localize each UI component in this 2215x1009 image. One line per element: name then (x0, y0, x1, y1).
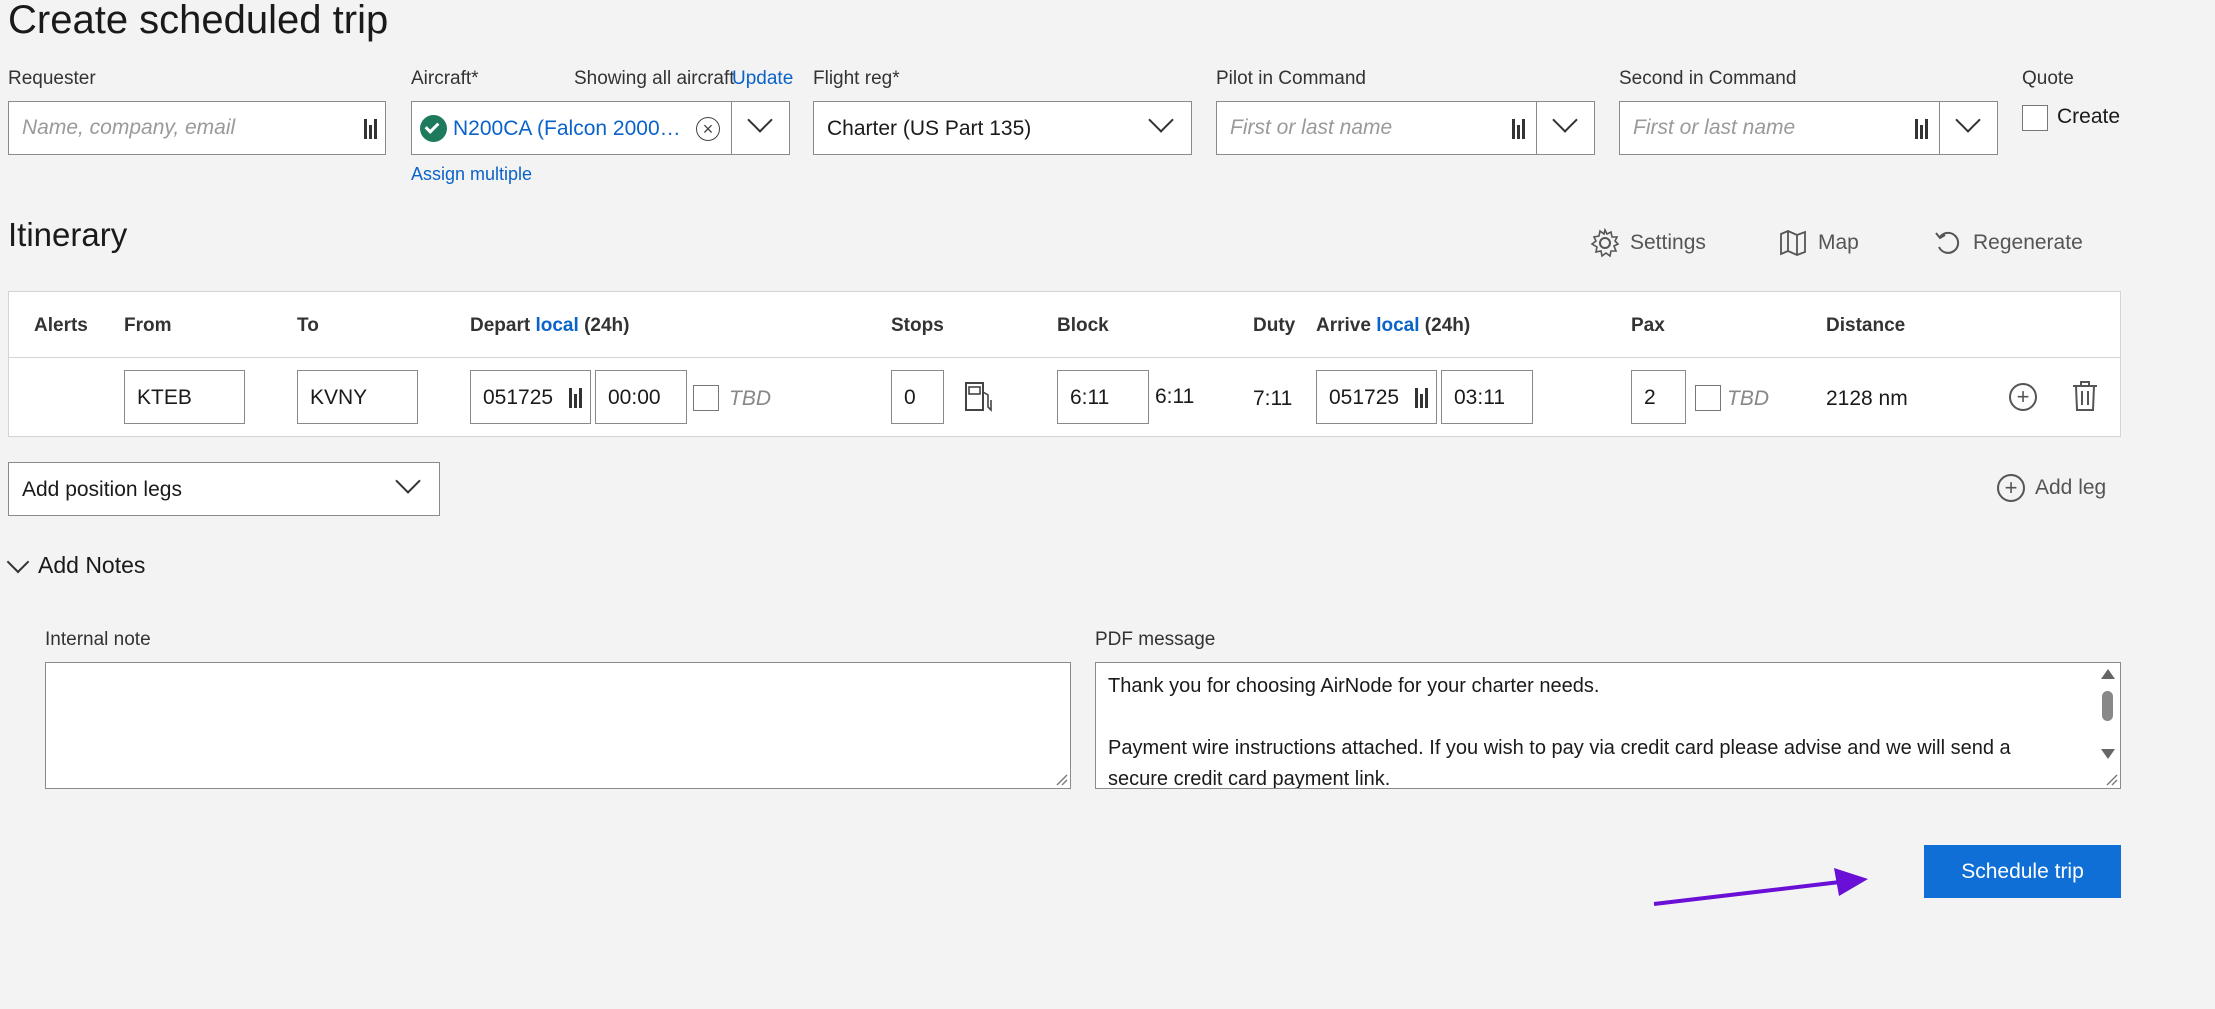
pax-tbd-label: TBD (1727, 387, 1769, 410)
pdf-message-label: PDF message (1095, 629, 1216, 650)
scroll-thumb[interactable] (2102, 691, 2113, 721)
chevron-down-icon[interactable] (1552, 107, 1578, 133)
chevron-down-icon[interactable] (747, 107, 773, 133)
to-input[interactable]: KVNY (297, 370, 418, 424)
check-circle-icon (420, 115, 447, 142)
depart-tbd-checkbox[interactable] (693, 385, 719, 411)
aircraft-showing-text: Showing all aircraft (574, 68, 735, 89)
quote-label: Quote (2022, 68, 2074, 89)
itinerary-table: Alerts From To Depart local (24h) Stops … (8, 291, 2121, 437)
settings-button[interactable]: Settings (1590, 226, 1706, 260)
chevron-down-icon[interactable] (1955, 107, 1981, 133)
pdf-line-3: secure credit card payment link. (1108, 768, 1391, 789)
sic-input[interactable]: First or last name (1619, 101, 1998, 155)
lookup-icon[interactable] (1915, 119, 1930, 144)
quote-create-label: Create (2057, 105, 2121, 128)
block-text: 6:11 (1155, 385, 1195, 408)
add-leg-row-icon[interactable]: + (2009, 383, 2037, 411)
map-label: Map (1818, 231, 1859, 254)
trash-icon[interactable] (2070, 380, 2100, 412)
header-to: To (297, 315, 319, 336)
page-title: Create scheduled trip (8, 0, 389, 42)
itinerary-title: Itinerary (8, 216, 128, 253)
pdf-message-textarea[interactable]: Thank you for choosing AirNode for your … (1095, 662, 2121, 789)
fuel-icon[interactable] (962, 380, 996, 414)
chevron-down-icon[interactable] (395, 468, 421, 494)
requester-label: Requester (8, 68, 96, 89)
header-duty: Duty (1253, 315, 1296, 336)
requester-placeholder: Name, company, email (22, 116, 236, 139)
arrive-date-input[interactable]: 051725 (1316, 370, 1437, 424)
chevron-down-icon (6, 550, 30, 573)
internal-note-label: Internal note (45, 629, 151, 650)
regenerate-button[interactable]: Regenerate (1933, 226, 2083, 260)
undo-icon (1935, 231, 1960, 254)
clear-icon[interactable]: × (696, 117, 720, 141)
add-leg-label: Add leg (2035, 476, 2107, 499)
pointer-arrow-icon (1653, 868, 1868, 906)
pax-input[interactable]: 2 (1631, 370, 1686, 424)
map-icon (1780, 230, 1806, 256)
stops-input[interactable]: 0 (891, 370, 944, 424)
settings-label: Settings (1630, 231, 1706, 254)
sic-label: Second in Command (1619, 68, 1797, 89)
arrive-local-link[interactable]: local (1376, 315, 1419, 336)
pax-tbd-checkbox[interactable] (1695, 385, 1721, 411)
pic-input[interactable]: First or last name (1216, 101, 1595, 155)
depart-local-link[interactable]: local (535, 315, 578, 336)
flight-reg-select[interactable]: Charter (US Part 135) (813, 101, 1192, 155)
gear-icon (1590, 228, 1620, 258)
pdf-line-2: Payment wire instructions attached. If y… (1108, 737, 2011, 759)
depart-date-input[interactable]: 051725 (470, 370, 591, 424)
depart-time-input[interactable]: 00:00 (595, 370, 687, 424)
schedule-trip-button[interactable]: Schedule trip (1924, 845, 2121, 898)
internal-note-textarea[interactable] (45, 662, 1071, 789)
header-block: Block (1057, 315, 1109, 336)
header-depart: Depart local (24h) (470, 315, 630, 336)
pdf-line-1: Thank you for choosing AirNode for your … (1108, 675, 1600, 697)
pic-placeholder: First or last name (1230, 116, 1393, 139)
header-arrive: Arrive local (24h) (1316, 315, 1471, 336)
distance-value: 2128 nm (1826, 387, 1908, 410)
header-pax: Pax (1631, 315, 1665, 336)
aircraft-select[interactable]: N200CA (Falcon 2000… × (411, 101, 790, 155)
header-from: From (124, 315, 172, 336)
flight-reg-label: Flight reg* (813, 68, 900, 89)
quote-create-checkbox[interactable] (2022, 105, 2048, 131)
flight-reg-value: Charter (US Part 135) (827, 117, 1032, 140)
header-alerts: Alerts (34, 315, 88, 336)
aircraft-label: Aircraft* (411, 68, 479, 89)
block-input[interactable]: 6:11 (1057, 370, 1149, 424)
duty-value: 7:11 (1253, 387, 1293, 410)
add-notes-toggle[interactable]: Add Notes (6, 550, 146, 579)
plus-circle-icon: + (1997, 474, 2025, 502)
pdf-scrollbar[interactable] (2096, 663, 2120, 788)
aircraft-update-link[interactable]: Update (732, 68, 793, 90)
position-legs-select[interactable]: Add position legs (8, 462, 440, 516)
header-distance: Distance (1826, 315, 1906, 336)
resize-handle-icon[interactable] (2104, 772, 2118, 786)
resize-handle-icon[interactable] (1054, 772, 1068, 786)
requester-input[interactable]: Name, company, email (8, 101, 386, 155)
aircraft-value: N200CA (Falcon 2000… (453, 117, 681, 140)
header-stops: Stops (891, 315, 944, 336)
sic-placeholder: First or last name (1633, 116, 1796, 139)
assign-multiple-link[interactable]: Assign multiple (411, 164, 532, 185)
regenerate-label: Regenerate (1973, 231, 2083, 254)
scroll-up-icon[interactable] (2101, 669, 2115, 679)
map-button[interactable]: Map (1778, 226, 1859, 260)
add-leg-button[interactable]: + Add leg (1997, 474, 2106, 502)
chevron-down-icon[interactable] (1148, 107, 1174, 133)
pic-label: Pilot in Command (1216, 68, 1366, 89)
calendar-icon[interactable] (569, 388, 584, 413)
depart-tbd-label: TBD (729, 387, 771, 410)
arrive-time-input[interactable]: 03:11 (1441, 370, 1533, 424)
lookup-icon[interactable] (364, 119, 379, 144)
calendar-icon[interactable] (1415, 388, 1430, 413)
lookup-icon[interactable] (1512, 119, 1527, 144)
add-notes-label: Add Notes (38, 552, 146, 578)
from-input[interactable]: KTEB (124, 370, 245, 424)
scroll-down-icon[interactable] (2101, 749, 2115, 759)
